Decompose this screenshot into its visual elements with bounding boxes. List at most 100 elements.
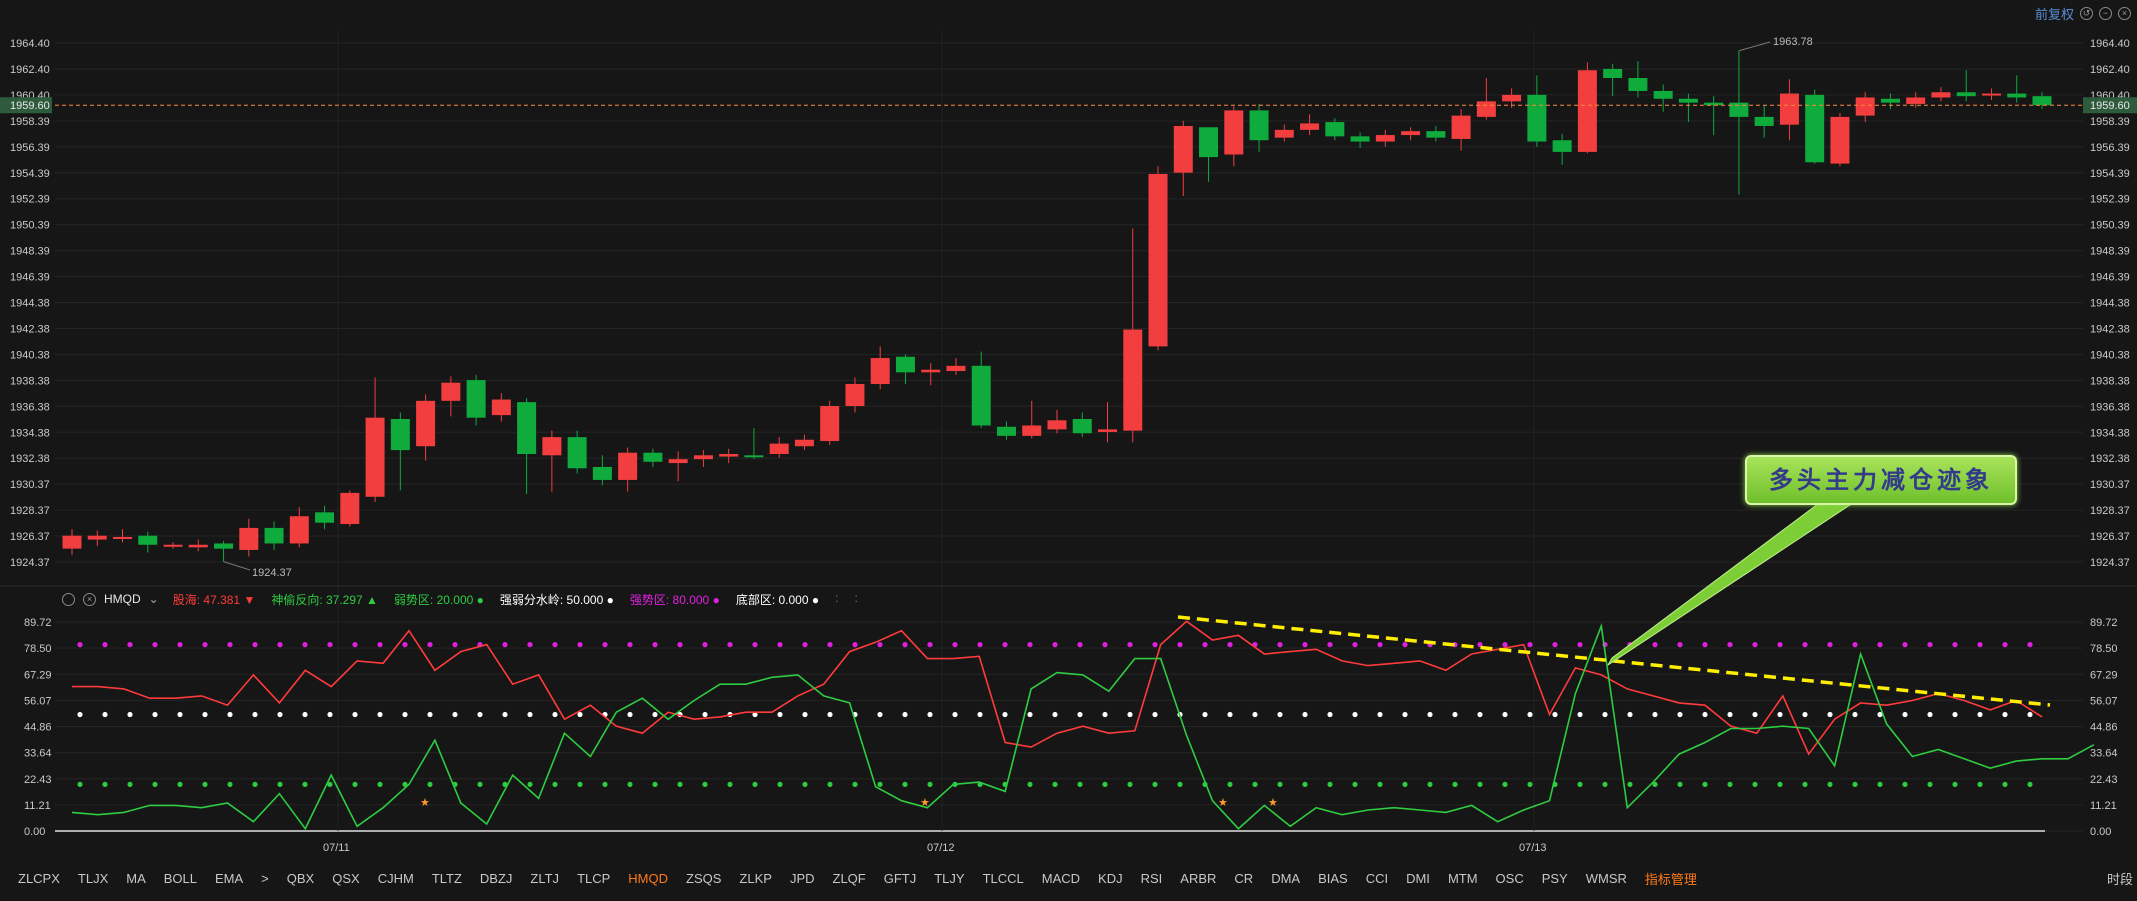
period-label[interactable]: 时段	[2107, 869, 2133, 888]
reference-dot-80	[1377, 642, 1383, 648]
candle-body	[1022, 425, 1042, 436]
chevron-down-icon[interactable]: ⌄	[149, 592, 159, 606]
reference-dot-50	[2002, 711, 2008, 718]
reference-dot-50	[1852, 711, 1858, 718]
indicator-tab->[interactable]: >	[261, 871, 269, 886]
indicator-tab-dma[interactable]: DMA	[1271, 871, 1300, 886]
reference-dot-20	[527, 781, 533, 788]
indicator-tab-tlcp[interactable]: TLCP	[577, 871, 610, 886]
indicator-tab-gftj[interactable]: GFTJ	[884, 871, 917, 886]
settings-gear-icon[interactable]	[62, 593, 75, 606]
indicator-tab-boll[interactable]: BOLL	[164, 871, 197, 886]
minimize-icon[interactable]: −	[2099, 7, 2112, 20]
y-tick-label-left: 1964.40	[10, 38, 50, 50]
undo-icon[interactable]: ↺	[2080, 7, 2093, 20]
reference-dot-50	[1727, 711, 1733, 718]
indicator-manage-button[interactable]: 指标管理	[1645, 869, 1697, 888]
indicator-name[interactable]: HMQD	[104, 592, 141, 606]
candle-body	[1931, 92, 1951, 98]
indicator-tab-dmi[interactable]: DMI	[1406, 871, 1430, 886]
candle-body	[1300, 123, 1320, 130]
candle	[2007, 75, 2027, 103]
indicator-tab-zsqs[interactable]: ZSQS	[686, 871, 721, 886]
indicator-tab-osc[interactable]: OSC	[1496, 871, 1524, 886]
reference-dot-50	[1927, 711, 1933, 718]
indicator-tab-cr[interactable]: CR	[1234, 871, 1253, 886]
reference-dot-50	[327, 711, 333, 718]
indicator-tab-mtm[interactable]: MTM	[1448, 871, 1478, 886]
indicator-tab-tljy[interactable]: TLJY	[934, 871, 964, 886]
candle	[188, 539, 208, 552]
indicator-tab-psy[interactable]: PSY	[1542, 871, 1568, 886]
reference-dot-20	[202, 781, 208, 788]
reference-dot-50	[227, 711, 233, 718]
reference-dot-20	[302, 781, 308, 788]
indicator-tab-qsx[interactable]: QSX	[332, 871, 359, 886]
candle-body	[1981, 93, 2001, 96]
candle	[1072, 412, 1092, 438]
chart-svg[interactable]: 1964.40 1964.401962.40 1962.401960.40 1960.…	[0, 0, 2137, 896]
indicator-tab-cjhm[interactable]: CJHM	[378, 871, 414, 886]
candle	[1098, 402, 1118, 443]
reference-dot-80	[977, 642, 983, 648]
reference-dot-50	[1052, 711, 1058, 718]
reference-dot-50	[802, 711, 808, 718]
adjust-mode-label[interactable]: 前复权	[2035, 4, 2074, 23]
indicator-tab-cci[interactable]: CCI	[1366, 871, 1388, 886]
candle	[441, 376, 461, 417]
signal-marker-icon: ★	[1218, 797, 1228, 809]
reference-dot-80	[752, 642, 758, 648]
reference-dot-20	[1402, 781, 1408, 788]
candle-body	[1072, 418, 1092, 434]
indicator-tab-jpd[interactable]: JPD	[790, 871, 815, 886]
candle-body	[1830, 116, 1850, 164]
candle	[1476, 78, 1496, 120]
reference-dot-20	[1777, 781, 1783, 788]
candle-body	[592, 466, 612, 480]
indicator-tab-kdj[interactable]: KDJ	[1098, 871, 1123, 886]
indicator-tab-wmsr[interactable]: WMSR	[1586, 871, 1627, 886]
indicator-tab-zlcpx[interactable]: ZLCPX	[18, 871, 60, 886]
y-tick-label-right: 1944.38	[2090, 298, 2130, 310]
close-indicator-icon[interactable]: ×	[83, 593, 96, 606]
reference-dot-20	[702, 781, 708, 788]
indicator-tab-rsi[interactable]: RSI	[1141, 871, 1163, 886]
indicator-y-tick-right: 89.72	[2090, 617, 2118, 629]
candle-body	[138, 535, 158, 545]
legend-item: 底部区: 0.000 ●	[735, 592, 820, 607]
y-tick-label-right: 1940.38	[2090, 349, 2130, 361]
indicator-tab-macd[interactable]: MACD	[1042, 871, 1080, 886]
reference-dot-50	[1202, 711, 1208, 718]
reference-dot-50	[1127, 711, 1133, 718]
indicator-tab-zlkp[interactable]: ZLKP	[739, 871, 772, 886]
candle-body	[1098, 429, 1118, 432]
indicator-tab-qbx[interactable]: QBX	[287, 871, 314, 886]
indicator-tab-zltj[interactable]: ZLTJ	[530, 871, 559, 886]
candle-body	[870, 358, 890, 384]
reference-dot-20	[1602, 781, 1608, 788]
candle-body	[1628, 78, 1648, 91]
indicator-tab-ema[interactable]: EMA	[215, 871, 243, 886]
reference-dot-50	[102, 711, 108, 718]
chart-stage[interactable]: 1964.40 1964.40 1962.40 1962.40 1960.40 1960.…	[0, 0, 2137, 896]
reference-dot-80	[1077, 642, 1083, 648]
candle	[1451, 109, 1471, 151]
indicator-tab-ma[interactable]: MA	[126, 871, 146, 886]
indicator-y-tick-left: 78.50	[24, 643, 52, 655]
candle	[315, 505, 335, 530]
indicator-tab-hmqd[interactable]: HMQD	[628, 871, 668, 886]
candle	[365, 377, 385, 502]
indicator-tab-arbr[interactable]: ARBR	[1180, 871, 1216, 886]
indicator-tab-tljx[interactable]: TLJX	[78, 871, 108, 886]
indicator-y-tick-right: 33.64	[2090, 748, 2118, 760]
indicator-tab-tltz[interactable]: TLTZ	[432, 871, 462, 886]
indicator-tab-dbzj[interactable]: DBZJ	[480, 871, 513, 886]
indicator-tab-bias[interactable]: BIAS	[1318, 871, 1348, 886]
reference-dot-20	[1102, 781, 1108, 788]
candle	[592, 455, 612, 486]
signal-marker-icon: ★	[420, 797, 430, 809]
reference-dot-20	[1527, 781, 1533, 788]
indicator-tab-tlccl[interactable]: TLCCL	[983, 871, 1024, 886]
indicator-tab-zlqf[interactable]: ZLQF	[833, 871, 866, 886]
close-icon[interactable]: ×	[2118, 7, 2131, 20]
